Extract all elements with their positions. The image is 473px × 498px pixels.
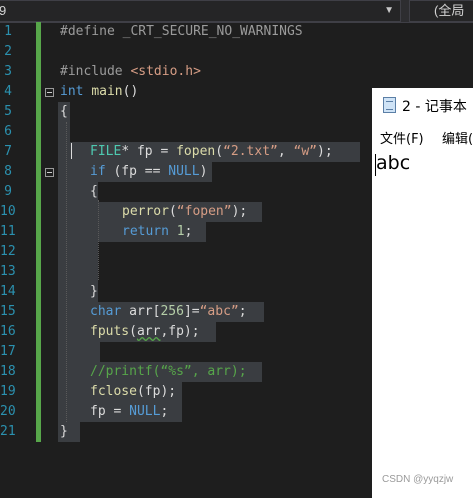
code-line[interactable]: } xyxy=(60,422,68,442)
code-line[interactable]: perror(“fopen”); xyxy=(122,202,247,222)
code-line[interactable]: { xyxy=(90,182,98,202)
line-number: 2 xyxy=(4,44,12,59)
notepad-icon xyxy=(383,97,396,113)
code-line[interactable]: } xyxy=(90,282,98,302)
line-number: 17 xyxy=(0,344,16,359)
line-number: 12 xyxy=(0,244,16,259)
line-number-gutter: 1 2 3 4 5 6 7 8 9 10 11 12 13 14 15 16 1… xyxy=(0,22,40,498)
line-number: 4 xyxy=(4,84,12,99)
global-scope-dropdown[interactable]: (全局 xyxy=(409,0,473,22)
watermark: CSDN @yyqzjw xyxy=(382,474,454,485)
code-line[interactable]: { xyxy=(60,102,68,122)
code-line[interactable]: char arr[256]=“abc”; xyxy=(90,302,247,322)
notepad-title: 2 - 记事本 xyxy=(402,99,467,115)
menu-edit[interactable]: 编辑(E) xyxy=(442,128,473,147)
code-line[interactable]: #include <stdio.h> xyxy=(60,62,201,82)
selection-highlight xyxy=(70,422,80,442)
code-line[interactable]: if (fp == NULL) xyxy=(90,162,207,182)
menu-file[interactable]: 文件(F) xyxy=(380,128,424,147)
notepad-title-bar[interactable]: 2 - 记事本 xyxy=(372,88,473,122)
change-tracking-bar xyxy=(36,22,41,442)
line-number: 11 xyxy=(0,224,16,239)
collapse-if-icon[interactable] xyxy=(45,168,54,177)
line-number: 9 xyxy=(4,184,12,199)
line-number: 3 xyxy=(4,64,12,79)
line-number: 16 xyxy=(0,324,16,339)
code-line[interactable]: #define _CRT_SECURE_NO_WARNINGS xyxy=(60,22,303,42)
notepad-content[interactable]: abc xyxy=(376,152,410,174)
line-number: 13 xyxy=(0,264,16,279)
line-number: 10 xyxy=(0,204,16,219)
line-number: 20 xyxy=(0,404,16,419)
line-number: 7 xyxy=(4,144,12,159)
indent-guide xyxy=(98,200,99,280)
selection-highlight xyxy=(58,102,70,442)
line-number: 8 xyxy=(4,164,12,179)
code-line[interactable]: fputs(arr,fp); xyxy=(90,322,200,342)
scope-dropdown[interactable]: 9 ▼ xyxy=(0,0,401,22)
line-number: 15 xyxy=(0,304,16,319)
line-number: 19 xyxy=(0,384,16,399)
code-line[interactable]: FILE* fp = fopen(“2.txt”, “w”); xyxy=(90,142,333,162)
line-number: 21 xyxy=(0,424,16,439)
code-line[interactable]: fp = NULL; xyxy=(90,402,168,422)
notepad-window[interactable]: 2 - 记事本 文件(F) 编辑(E) abc xyxy=(372,88,473,498)
code-line[interactable]: //printf(“%s”, arr); xyxy=(90,362,247,382)
chevron-down-icon: ▼ xyxy=(384,5,394,16)
indent-guide xyxy=(66,122,67,422)
navigation-bar: 9 ▼ (全局 xyxy=(0,0,473,23)
scope-dropdown-value: 9 xyxy=(0,3,7,18)
collapse-main-icon[interactable] xyxy=(45,88,54,97)
line-number: 18 xyxy=(0,364,16,379)
selection-highlight xyxy=(70,342,100,362)
global-scope-label: (全局 xyxy=(434,3,465,18)
code-line[interactable]: return 1; xyxy=(122,222,192,242)
code-line[interactable]: int main() xyxy=(60,82,138,102)
line-number: 14 xyxy=(0,284,16,299)
line-number: 5 xyxy=(4,104,12,119)
line-number: 1 xyxy=(4,24,12,39)
text-cursor xyxy=(71,143,72,159)
notepad-menu-bar: 文件(F) 编辑(E) xyxy=(372,126,473,148)
code-line[interactable]: fclose(fp); xyxy=(90,382,176,402)
line-number: 6 xyxy=(4,124,12,139)
